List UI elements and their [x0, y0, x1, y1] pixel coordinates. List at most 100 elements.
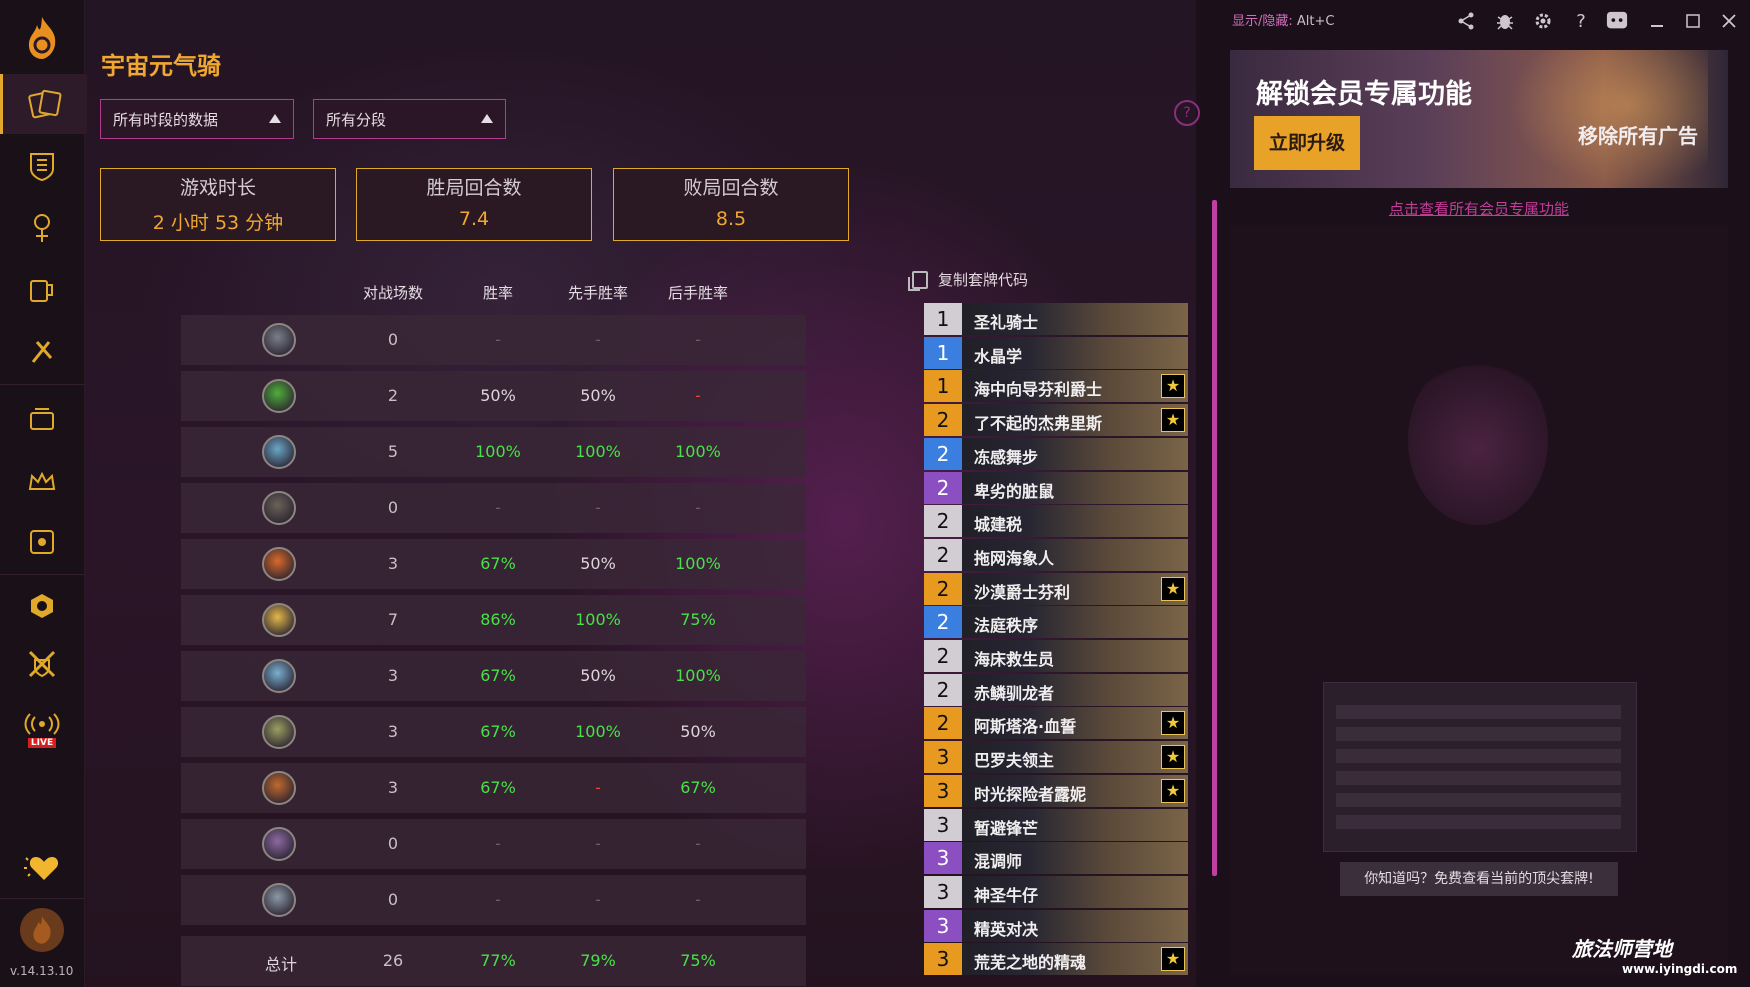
deck-card[interactable]: 3 暂避锋芒: [924, 808, 1188, 841]
top-decks-tip[interactable]: 你知道吗？免费查看当前的顶尖套牌!: [1340, 862, 1618, 896]
help-question-icon[interactable]: ?: [1174, 100, 1200, 126]
card-cost: 2: [924, 673, 962, 706]
copy-icon: [908, 270, 928, 291]
card-name: 精英对决: [974, 919, 1039, 939]
stat-label: 胜局回合数: [426, 177, 522, 199]
deck-card[interactable]: 2 赤鳞驯龙者: [924, 673, 1188, 706]
total-games: 26: [382, 951, 404, 970]
stat-value: 7.4: [458, 208, 490, 230]
first-winrate: 50%: [580, 554, 616, 573]
card-name: 阿斯塔洛·血誓: [974, 717, 1077, 737]
tavern-icon[interactable]: [0, 260, 84, 320]
deck-card[interactable]: 2 海床救生员: [924, 640, 1188, 672]
card-cost: 3: [924, 909, 962, 942]
second-winrate: -: [695, 386, 701, 405]
live-icon[interactable]: LIVE: [0, 700, 84, 760]
favorite-icon[interactable]: [0, 838, 84, 898]
deck-card[interactable]: 3 时光探险者露妮 ★: [924, 774, 1188, 807]
col-header-first-winrate[interactable]: 先手胜率: [548, 282, 648, 303]
decks-icon[interactable]: [0, 74, 87, 134]
deck-card[interactable]: 2 了不起的杰弗里斯 ★: [924, 404, 1188, 437]
discord-icon[interactable]: [1606, 10, 1628, 32]
col-header-second-winrate[interactable]: 后手胜率: [648, 282, 748, 303]
caret-up-icon: [269, 114, 281, 123]
deck-card[interactable]: 3 神圣牛仔: [924, 875, 1188, 908]
packs-icon[interactable]: [0, 390, 84, 450]
deck-card[interactable]: 2 卑劣的脏鼠: [924, 471, 1188, 504]
second-winrate: -: [695, 890, 701, 909]
settings-icon[interactable]: [1532, 10, 1554, 32]
arena-icon[interactable]: [0, 322, 84, 382]
warrior-icon: [262, 883, 296, 917]
table-total-row: 总计 26 77% 79% 75%: [181, 936, 806, 986]
help-icon[interactable]: ?: [1570, 10, 1592, 32]
table-row: 3 67% 100% 50%: [181, 707, 806, 757]
winrate: -: [495, 498, 501, 517]
scrollbar[interactable]: [1212, 200, 1217, 876]
table-row: 7 86% 100% 75%: [181, 595, 806, 645]
legendary-star-icon: ★: [1161, 576, 1185, 601]
maximize-icon[interactable]: [1682, 10, 1704, 32]
copy-deck-code-button[interactable]: 复制套牌代码: [908, 269, 1029, 291]
deck-card[interactable]: 2 法庭秩序: [924, 606, 1188, 639]
mercenaries-icon[interactable]: [0, 198, 84, 258]
first-winrate: 100%: [575, 442, 621, 461]
games-count: 3: [387, 778, 399, 797]
card-name: 水晶学: [974, 346, 1023, 366]
deck-card[interactable]: 3 混调师: [924, 842, 1188, 875]
deck-card[interactable]: 1 圣礼骑士: [924, 303, 1188, 335]
upgrade-button[interactable]: 立即升级: [1254, 116, 1360, 170]
crown-icon[interactable]: [0, 452, 84, 512]
caret-up-icon: [481, 114, 493, 123]
deck-card[interactable]: 2 阿斯塔洛·血誓 ★: [924, 707, 1188, 740]
profile-icon[interactable]: [0, 900, 84, 960]
version-label: v.14.13.10: [10, 964, 74, 978]
sidebar-divider: [0, 384, 84, 385]
duels-icon[interactable]: [0, 634, 84, 694]
flame-logo-icon[interactable]: [20, 10, 64, 66]
table-row: 0 - - -: [181, 875, 806, 925]
deck-title: 宇宙元气骑: [101, 52, 221, 80]
second-winrate: 67%: [680, 778, 716, 797]
collection-icon[interactable]: [0, 576, 84, 636]
col-header-games[interactable]: 对战场数: [343, 282, 443, 303]
deck-card[interactable]: 1 海中向导芬利爵士 ★: [924, 370, 1188, 403]
deck-card[interactable]: 2 城建税: [924, 505, 1188, 538]
minimize-icon[interactable]: [1646, 10, 1668, 32]
copy-deck-code-label: 复制套牌代码: [938, 271, 1029, 289]
demon-hunter-icon: [262, 379, 296, 413]
share-icon[interactable]: [1455, 10, 1477, 32]
top-decks-preview-image[interactable]: [1323, 682, 1637, 852]
table-row: 2 50% 50% -: [181, 371, 806, 421]
games-count: 0: [387, 330, 399, 349]
total-label: 总计: [264, 955, 297, 974]
member-features-link[interactable]: 点击查看所有会员专属功能: [1230, 198, 1728, 219]
card-cost: 2: [924, 471, 962, 504]
treasure-icon[interactable]: [0, 512, 84, 572]
second-winrate: 100%: [675, 666, 721, 685]
close-icon[interactable]: [1718, 10, 1740, 32]
table-row: 5 100% 100% 100%: [181, 427, 806, 477]
bug-icon[interactable]: [1494, 10, 1516, 32]
battlegrounds-icon[interactable]: [0, 136, 84, 196]
premium-banner[interactable]: 解锁会员专属功能 立即升级 移除所有广告: [1230, 50, 1728, 188]
deck-card[interactable]: 3 巴罗夫领主 ★: [924, 741, 1188, 774]
mage-icon: [262, 547, 296, 581]
card-name: 混调师: [974, 852, 1023, 872]
deck-card[interactable]: 3 精英对决: [924, 909, 1188, 942]
winrate: -: [495, 890, 501, 909]
winrate: -: [495, 330, 501, 349]
deck-card[interactable]: 2 沙漠爵士芬利 ★: [924, 572, 1188, 605]
deck-card[interactable]: 3 荒芜之地的精魂 ★: [924, 943, 1188, 976]
first-winrate: 50%: [580, 666, 616, 685]
remove-ads-label: 移除所有广告: [1578, 124, 1698, 148]
stat-value: 8.5: [715, 208, 747, 230]
deck-card[interactable]: 1 水晶学: [924, 336, 1188, 369]
deck-card[interactable]: 2 冻感舞步: [924, 437, 1188, 470]
first-winrate: -: [595, 330, 601, 349]
time-range-dropdown[interactable]: 所有时段的数据: [100, 99, 294, 139]
deck-card[interactable]: 2 拖网海象人: [924, 538, 1188, 571]
rank-range-dropdown[interactable]: 所有分段: [313, 99, 506, 139]
card-cost: 2: [924, 606, 962, 639]
col-header-winrate[interactable]: 胜率: [448, 282, 548, 303]
